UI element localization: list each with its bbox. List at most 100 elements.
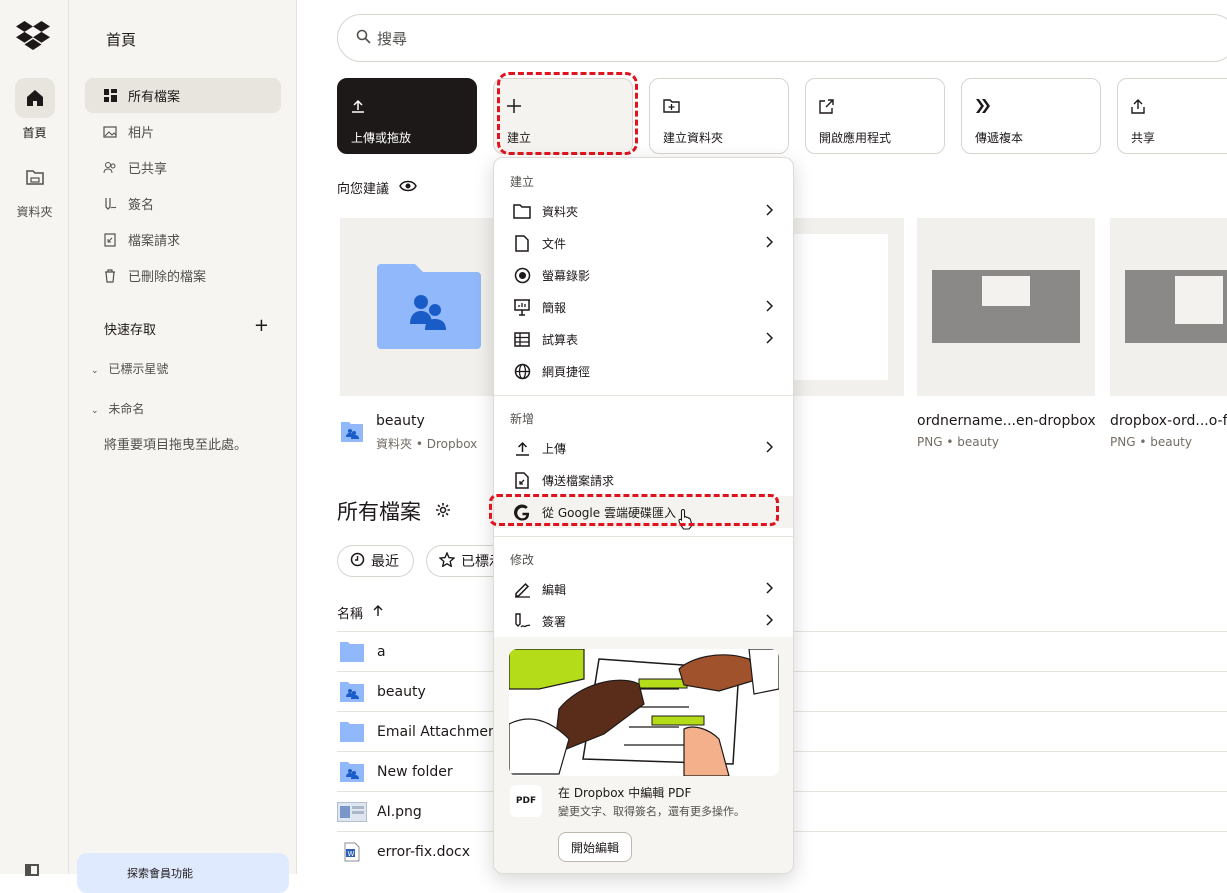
svg-text:W: W	[348, 850, 355, 858]
menu-section-edit: 修改	[510, 553, 535, 567]
shared-icon	[103, 161, 117, 175]
row-name: error-fix.docx	[377, 843, 471, 860]
drag-hint: 將重要項目拖曳至此處。	[104, 438, 248, 453]
add-quick-access-button[interactable]: +	[254, 317, 269, 338]
signature-icon	[103, 197, 117, 211]
menu-item-edit[interactable]: 編輯	[494, 573, 793, 605]
eye-icon[interactable]	[399, 180, 417, 196]
transfer-button[interactable]: 傳遞複本	[961, 78, 1101, 154]
untitled-section-toggle[interactable]: ⌄ 未命名	[91, 400, 144, 417]
menu-item-label: 資料夾	[542, 204, 579, 219]
chevron-right-icon	[766, 441, 774, 456]
pdf-icon: PDF	[510, 785, 542, 817]
menu-item-label: 簡報	[542, 300, 567, 315]
rail-item-home[interactable]: 首頁	[0, 78, 69, 141]
suggested-card-beauty[interactable]	[340, 218, 518, 396]
spreadsheet-icon	[512, 329, 532, 349]
menu-item-label: 編輯	[542, 582, 567, 597]
start-editing-button[interactable]: 開始編輯	[558, 832, 633, 862]
menu-item-label: 上傳	[542, 441, 567, 456]
search-icon	[356, 29, 371, 48]
pen-icon	[512, 579, 532, 599]
create-button-highlight	[497, 72, 638, 155]
open-app-label: 開啟應用程式	[819, 131, 892, 145]
menu-item-send-file-request[interactable]: 傳送檔案請求	[494, 464, 793, 496]
sidebar-item-deleted[interactable]: 已刪除的檔案	[85, 258, 281, 293]
document-icon	[512, 233, 532, 253]
menu-item-label: 螢幕錄影	[542, 268, 591, 283]
folder-outline-icon	[512, 201, 532, 221]
menu-item-presentation[interactable]: 簡報	[494, 291, 793, 323]
menu-item-label: 傳送檔案請求	[542, 473, 615, 488]
image-thumb-icon	[337, 801, 367, 823]
share-icon	[1131, 95, 1227, 117]
upload-button[interactable]: 上傳或拖放	[337, 78, 477, 154]
filter-recent[interactable]: 最近	[337, 545, 414, 577]
presentation-icon	[512, 297, 532, 317]
sidebar-item-shared[interactable]: 已共享	[85, 150, 281, 185]
sidebar-item-signatures[interactable]: 簽名	[85, 186, 281, 221]
menu-item-upload[interactable]: 上傳	[494, 432, 793, 464]
suggested-name: dropbox-ord...o-fre	[1110, 413, 1227, 429]
menu-item-sign[interactable]: 簽署	[494, 605, 793, 637]
folder-icon	[15, 157, 55, 197]
sidebar-title: 首頁	[106, 31, 137, 49]
starred-label: 已標示星號	[108, 362, 169, 376]
dropbox-logo-icon[interactable]	[16, 20, 50, 54]
sidebar-item-photos[interactable]: 相片	[85, 114, 281, 149]
arrow-up-icon	[373, 604, 383, 621]
rail-item-label: 首頁	[22, 126, 47, 140]
suggested-card-screenshot-1[interactable]	[917, 218, 1095, 396]
suggested-card-document[interactable]	[792, 218, 904, 396]
collapse-sidebar-icon[interactable]	[25, 864, 39, 876]
menu-divider	[494, 536, 793, 537]
sign-icon	[512, 611, 532, 631]
suggested-card-screenshot-2[interactable]	[1110, 218, 1227, 396]
record-icon	[512, 265, 532, 285]
search-input[interactable]: 搜尋	[337, 14, 1227, 62]
menu-item-web-shortcut[interactable]: 網頁捷徑	[494, 355, 793, 387]
starred-section-toggle[interactable]: ⌄ 已標示星號	[91, 360, 168, 377]
screenshot-preview	[1125, 270, 1227, 343]
row-name: AI.png	[377, 803, 422, 820]
rail-item-label: 資料夾	[16, 205, 53, 219]
chevron-right-icon	[766, 236, 774, 251]
create-folder-label: 建立資料夾	[663, 131, 724, 145]
globe-icon	[512, 361, 532, 381]
sidebar-item-all-files[interactable]: 所有檔案	[85, 78, 281, 113]
rail-item-folders[interactable]: 資料夾	[0, 157, 69, 220]
screenshot-preview	[932, 270, 1080, 343]
menu-item-spreadsheet[interactable]: 試算表	[494, 323, 793, 355]
trash-icon	[103, 268, 117, 283]
promo-title: 在 Dropbox 中編輯 PDF	[558, 786, 692, 800]
sidebar: 首頁 所有檔案 相片 已共享 簽名 檔案請求 已刪除的檔案 快速存取 + ⌄ 已…	[69, 0, 297, 893]
suggested-title: 向您建議	[337, 182, 390, 197]
menu-item-document[interactable]: 文件	[494, 227, 793, 259]
hands-signing-illustration	[509, 649, 779, 776]
suggested-sub: 資料夾 • Dropbox	[376, 437, 478, 451]
gear-icon[interactable]	[435, 499, 451, 523]
create-folder-button[interactable]: 建立資料夾	[649, 78, 789, 154]
name-column-header[interactable]: 名稱	[337, 603, 383, 622]
promo-subtitle: 變更文字、取得簽名，還有更多操作。	[558, 805, 745, 818]
menu-item-folder[interactable]: 資料夾	[494, 195, 793, 227]
word-doc-icon: W	[337, 841, 367, 863]
share-button[interactable]: 共享	[1117, 78, 1227, 154]
chevron-right-icon	[766, 300, 774, 315]
sidebar-item-label: 簽名	[128, 198, 155, 213]
row-name: a	[377, 643, 386, 660]
menu-divider	[494, 395, 793, 396]
open-app-icon	[819, 95, 944, 117]
filter-label: 最近	[371, 554, 399, 570]
member-features-card[interactable]: 探索會員功能	[77, 853, 289, 893]
column-label: 名稱	[337, 607, 364, 622]
chevron-down-icon: ⌄	[91, 366, 99, 376]
photos-icon	[103, 125, 117, 139]
untitled-label: 未命名	[108, 402, 145, 416]
suggested-sub: PNG • beauty	[917, 435, 999, 449]
open-app-button[interactable]: 開啟應用程式	[805, 78, 945, 154]
sidebar-item-label: 所有檔案	[128, 90, 181, 105]
menu-item-screen-recording[interactable]: 螢幕錄影	[494, 259, 793, 291]
pdf-badge: PDF	[515, 796, 537, 806]
sidebar-item-file-requests[interactable]: 檔案請求	[85, 222, 281, 257]
